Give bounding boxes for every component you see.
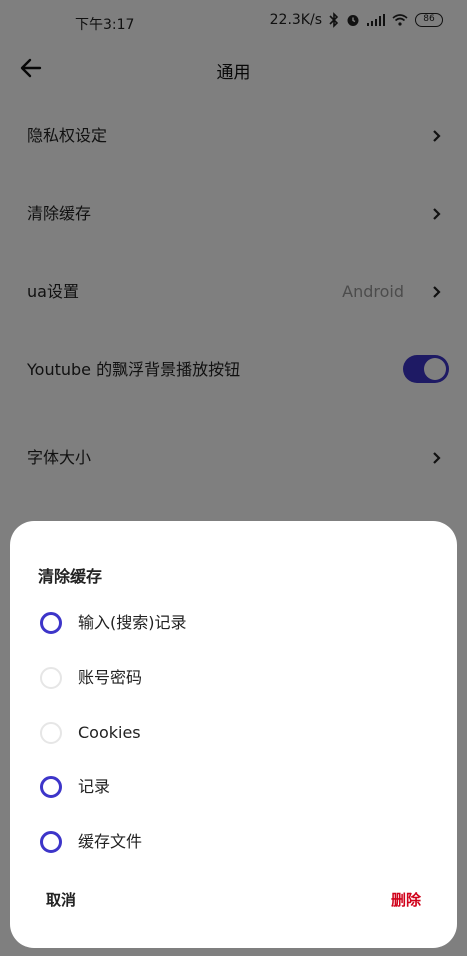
option-cookies[interactable]: Cookies — [10, 706, 457, 760]
dialog-title: 清除缓存 — [38, 567, 103, 586]
option-label: 记录 — [78, 777, 111, 796]
option-passwords[interactable]: 账号密码 — [10, 651, 457, 705]
clear-cache-dialog: 清除缓存 输入(搜索)记录 账号密码 Cookies 记录 缓存文件 取消 删除 — [10, 521, 457, 948]
option-history[interactable]: 记录 — [10, 760, 457, 814]
option-checkbox[interactable] — [40, 612, 62, 634]
option-cache-files[interactable]: 缓存文件 — [10, 815, 457, 869]
option-checkbox[interactable] — [40, 722, 62, 744]
option-label: 缓存文件 — [78, 832, 143, 851]
option-search-history[interactable]: 输入(搜索)记录 — [10, 596, 457, 650]
option-checkbox[interactable] — [40, 831, 62, 853]
option-checkbox[interactable] — [40, 776, 62, 798]
delete-button[interactable]: 删除 — [391, 889, 421, 910]
cancel-button[interactable]: 取消 — [46, 889, 76, 910]
option-label: 输入(搜索)记录 — [78, 613, 187, 632]
option-label: 账号密码 — [78, 668, 143, 687]
option-checkbox[interactable] — [40, 667, 62, 689]
option-label: Cookies — [78, 723, 141, 742]
